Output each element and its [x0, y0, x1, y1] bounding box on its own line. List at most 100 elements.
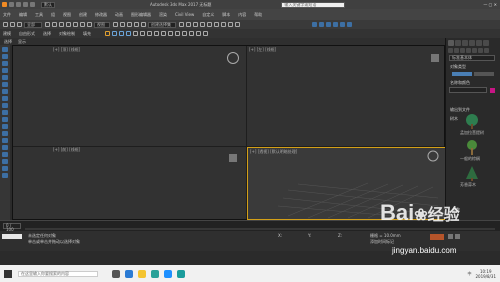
- undo-icon[interactable]: [9, 2, 14, 7]
- object-type-button[interactable]: [452, 72, 472, 76]
- section-object-type[interactable]: 对象类型: [450, 64, 500, 70]
- select-by-name-icon[interactable]: [52, 22, 57, 27]
- ribbon-icon[interactable]: [105, 31, 110, 36]
- ribbon-icon-14[interactable]: [196, 31, 201, 36]
- display-tab-icon[interactable]: [476, 40, 482, 46]
- lights-icon[interactable]: [460, 48, 465, 53]
- scene-tool-icon-13[interactable]: [2, 131, 8, 136]
- tab-select[interactable]: 选择: [4, 39, 12, 45]
- scene-tool-icon-17[interactable]: [2, 159, 8, 164]
- schematic-view-icon[interactable]: [207, 22, 212, 27]
- shapes-icon[interactable]: [454, 48, 459, 53]
- tab-selection[interactable]: 选择: [43, 31, 51, 37]
- panel-toggle-icon-6[interactable]: [347, 22, 352, 27]
- tree-label-2[interactable]: 一般的棕榈: [460, 156, 480, 162]
- viewcube-icon[interactable]: [227, 52, 239, 64]
- spinner-snap-icon[interactable]: [141, 22, 146, 27]
- menu-civil-view[interactable]: Civil View: [175, 12, 194, 17]
- ribbon-icon-11[interactable]: [175, 31, 180, 36]
- ribbon-icon-3[interactable]: [119, 31, 124, 36]
- spacewarps-icon[interactable]: [478, 48, 483, 53]
- open-icon[interactable]: [23, 2, 28, 7]
- scene-tool-icon-16[interactable]: [2, 152, 8, 157]
- name-field[interactable]: [449, 87, 487, 93]
- scene-tool-icon-11[interactable]: [2, 117, 8, 122]
- menu-group[interactable]: 组: [51, 12, 55, 18]
- menu-tools[interactable]: 工具: [35, 12, 43, 18]
- render-setup-icon[interactable]: [221, 22, 226, 27]
- viewcube-icon-2[interactable]: [431, 54, 439, 62]
- menu-help[interactable]: 帮助: [254, 12, 262, 18]
- window-controls[interactable]: — ▢ ✕: [483, 2, 497, 7]
- ribbon-icon-8[interactable]: [154, 31, 159, 36]
- geometry-icon[interactable]: [448, 48, 453, 53]
- utilities-tab-icon[interactable]: [483, 40, 489, 46]
- scene-tool-icon-6[interactable]: [2, 82, 8, 87]
- pivot-icon[interactable]: [113, 22, 118, 27]
- layer-icon[interactable]: [193, 22, 198, 27]
- tab-modeling[interactable]: 建模: [3, 31, 11, 37]
- menu-scripting[interactable]: 脚本: [222, 12, 230, 18]
- menu-view[interactable]: 视图: [63, 12, 71, 18]
- search-input[interactable]: 输入关键字或短语: [281, 1, 346, 8]
- app-icon[interactable]: [164, 269, 172, 278]
- play-icon[interactable]: [448, 234, 453, 239]
- scene-tool-icon-5[interactable]: [2, 75, 8, 80]
- category-dropdown[interactable]: 标准基本体: [449, 55, 495, 61]
- scene-tool-icon-8[interactable]: [2, 96, 8, 101]
- menu-modifiers[interactable]: 修改器: [95, 12, 107, 18]
- bind-space-warp-icon[interactable]: [17, 22, 22, 27]
- auto-key-button[interactable]: [430, 234, 444, 240]
- save-icon[interactable]: [30, 2, 35, 7]
- explorer-icon[interactable]: [138, 269, 146, 278]
- palm-icon[interactable]: [466, 140, 478, 155]
- helpers-icon[interactable]: [472, 48, 477, 53]
- motion-tab-icon[interactable]: [469, 40, 475, 46]
- ribbon-icon-4[interactable]: [126, 31, 131, 36]
- viewport-label-left[interactable]: [+] [左] [线框]: [249, 47, 276, 53]
- panel-toggle-icon-2[interactable]: [319, 22, 324, 27]
- angle-snap-icon[interactable]: [127, 22, 132, 27]
- named-selection-dropdown[interactable]: 创建选择集: [148, 21, 176, 28]
- menu-graph-editors[interactable]: 图形编辑器: [131, 12, 151, 18]
- scene-tool-icon-15[interactable]: [2, 145, 8, 150]
- stop-icon[interactable]: [455, 234, 460, 239]
- menu-create[interactable]: 创建: [79, 12, 87, 18]
- menu-file[interactable]: 文件: [3, 12, 11, 18]
- ribbon-icon-6[interactable]: [140, 31, 145, 36]
- menu-customize[interactable]: 自定义: [202, 12, 214, 18]
- align-icon[interactable]: [186, 22, 191, 27]
- scene-tool-icon-19[interactable]: [2, 173, 8, 178]
- scale-icon[interactable]: [87, 22, 92, 27]
- scene-tool-icon-3[interactable]: [2, 61, 8, 66]
- systems-icon[interactable]: [484, 48, 489, 53]
- panel-toggle-icon-5[interactable]: [340, 22, 345, 27]
- panel-toggle-icon-4[interactable]: [333, 22, 338, 27]
- mirror-icon[interactable]: [179, 22, 184, 27]
- select-object-icon[interactable]: [45, 22, 50, 27]
- section-output[interactable]: 输出到文件: [450, 107, 500, 113]
- create-tab-icon[interactable]: [448, 40, 454, 46]
- ribbon-icon-10[interactable]: [168, 31, 173, 36]
- tree-icon[interactable]: [466, 114, 478, 129]
- section-name-color[interactable]: 名称和颜色: [450, 80, 500, 86]
- input-lang[interactable]: 中: [467, 271, 471, 277]
- reference-coord-dropdown[interactable]: 视图: [94, 21, 110, 28]
- tab-populate[interactable]: 填充: [83, 31, 91, 37]
- menu-edit[interactable]: 编辑: [19, 12, 27, 18]
- tab-object-paint[interactable]: 对象绘制: [59, 31, 75, 37]
- ribbon-icon-15[interactable]: [203, 31, 208, 36]
- viewcube-icon-3[interactable]: [229, 154, 237, 162]
- snap-icon[interactable]: [120, 22, 125, 27]
- tab-display[interactable]: 显示: [18, 39, 26, 45]
- window-crossing-icon[interactable]: [66, 22, 71, 27]
- percent-snap-icon[interactable]: [134, 22, 139, 27]
- menu-animation[interactable]: 动画: [115, 12, 123, 18]
- maxscript-listener[interactable]: [2, 234, 22, 239]
- render-frame-icon[interactable]: [228, 22, 233, 27]
- taskbar-search-input[interactable]: 在这里输入你要搜索的内容: [18, 270, 98, 277]
- scene-tool-icon-18[interactable]: [2, 166, 8, 171]
- selection-filter-dropdown[interactable]: 全部: [24, 21, 42, 28]
- ribbon-icon-13[interactable]: [189, 31, 194, 36]
- pine-icon[interactable]: [466, 166, 478, 181]
